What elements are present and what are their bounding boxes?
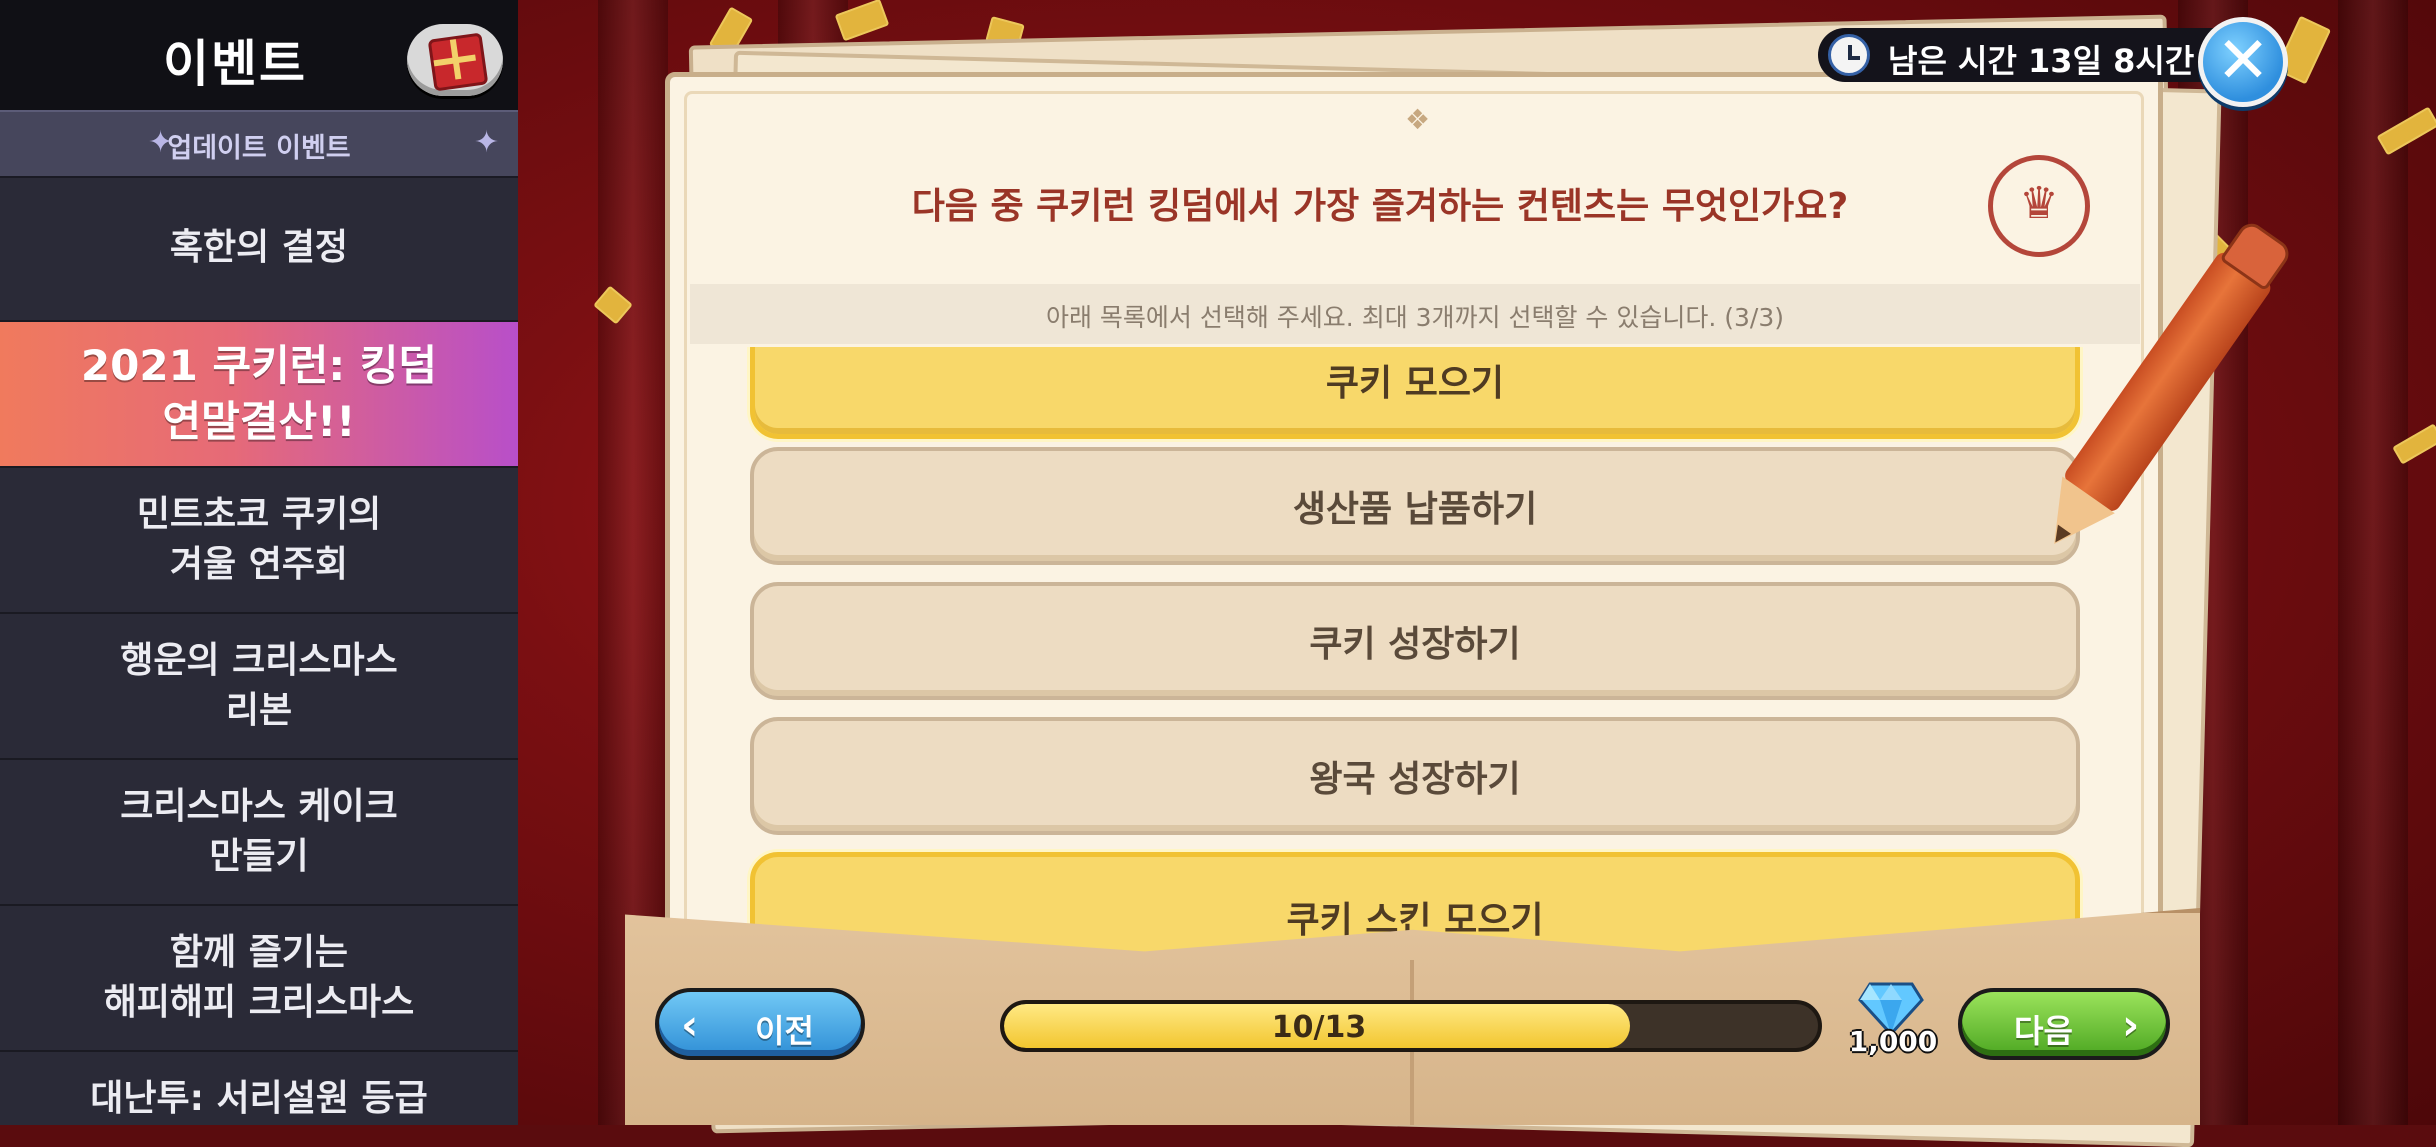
sidebar-header: 이벤트 (0, 0, 518, 110)
close-icon: ✕ (2216, 24, 2270, 98)
sparkle-icon: ✦ (474, 125, 500, 160)
sidebar-item-brawl-frost[interactable]: 대난투: 서리설원 등급 (0, 1052, 518, 1125)
clock-icon (1828, 34, 1870, 76)
progress-bar: 10/13 (1000, 1000, 1822, 1052)
sidebar-item-label: 대난투: 서리설원 등급 (90, 1078, 428, 1119)
sidebar-item-label: 2021 쿠키런: 킹덤 연말결산!! (80, 341, 438, 446)
option-deliver-goods[interactable]: 생산품 납품하기 (750, 447, 2080, 565)
gift-button[interactable] (407, 24, 503, 96)
option-label: 쿠키 모으기 (1325, 363, 1505, 404)
sidebar-item-christmas-cake[interactable]: 크리스마스 케이크 만들기 (0, 760, 518, 906)
sidebar-item-label: 혹한의 결정 (169, 227, 349, 268)
option-label: 왕국 성장하기 (1309, 759, 1521, 800)
survey-instruction: 아래 목록에서 선택해 주세요. 최대 3개까지 선택할 수 있습니다. (3/… (1045, 303, 1785, 332)
chevron-right-icon: › (2122, 1000, 2140, 1049)
sidebar-item-mint-choco-concert[interactable]: 민트초코 쿠키의 겨울 연주회 (0, 468, 518, 614)
survey-question: 다음 중 쿠키런 킹덤에서 가장 즐겨하는 컨텐츠는 무엇인가요? (911, 186, 1849, 227)
chevron-left-icon: ‹ (681, 1000, 699, 1049)
progress-text: 10/13 (1271, 1010, 1367, 1045)
sidebar-item-label: 행운의 크리스마스 리본 (120, 640, 398, 731)
gem-count: 1,000 (1848, 1025, 1938, 1058)
option-grow-kingdom[interactable]: 왕국 성장하기 (750, 717, 2080, 835)
sidebar-item-happy-christmas[interactable]: 함께 즐기는 해피해피 크리스마스 (0, 906, 518, 1052)
remaining-time-text: 남은 시간 13일 8시간 (1888, 42, 2195, 80)
sidebar-title: 이벤트 (163, 35, 307, 93)
event-sidebar: 이벤트 ✦ 업데이트 이벤트 ✦ 혹한의 결정 2021 쿠키런: 킹덤 연말결… (0, 0, 518, 1125)
option-collect-cookies[interactable]: 쿠키 모으기 (750, 347, 2080, 439)
sidebar-subheader: ✦ 업데이트 이벤트 ✦ (0, 110, 518, 178)
option-label: 쿠키 성장하기 (1309, 624, 1521, 665)
sidebar-item-frost-crystal[interactable]: 혹한의 결정 (0, 176, 518, 322)
subheader-label: 업데이트 이벤트 (167, 133, 351, 164)
sidebar-item-lucky-ribbon[interactable]: 행운의 크리스마스 리본 (0, 614, 518, 760)
next-button[interactable]: 다음 › (1958, 988, 2170, 1060)
remaining-time-badge: 남은 시간 13일 8시간 (1818, 28, 2258, 82)
gift-icon (427, 32, 489, 92)
option-label: 생산품 납품하기 (1292, 489, 1538, 530)
prev-button-label: 이전 (755, 1012, 814, 1050)
prev-button[interactable]: ‹ 이전 (655, 988, 865, 1060)
next-button-label: 다음 (2014, 1012, 2073, 1050)
option-grow-cookies[interactable]: 쿠키 성장하기 (750, 582, 2080, 700)
options-list[interactable]: 쿠키 모으기 생산품 납품하기 쿠키 성장하기 왕국 성장하기 쿠키 스킨 모으… (670, 347, 2158, 997)
crown-emblem-icon: ♛ (1988, 155, 2090, 257)
sidebar-item-label: 민트초코 쿠키의 겨울 연주회 (136, 494, 382, 585)
sidebar-item-label: 크리스마스 케이크 만들기 (120, 786, 398, 877)
close-button[interactable]: ✕ (2198, 17, 2288, 107)
sidebar-item-year-end-review[interactable]: 2021 쿠키런: 킹덤 연말결산!! (0, 322, 518, 468)
ornament-icon: ❖ (1405, 103, 1431, 136)
instruction-bar: 아래 목록에서 선택해 주세요. 최대 3개까지 선택할 수 있습니다. (3/… (690, 284, 2140, 344)
sidebar-item-label: 함께 즐기는 해피해피 크리스마스 (103, 932, 415, 1023)
